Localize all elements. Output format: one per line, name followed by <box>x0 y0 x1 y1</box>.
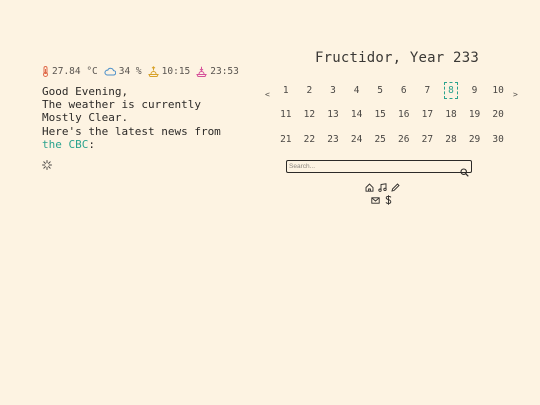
sunrise-icon <box>147 66 159 77</box>
search-box[interactable] <box>286 160 472 177</box>
sunset-stat: 23:53 <box>196 66 239 77</box>
weather-summary: The weather is currently Mostly Clear. <box>42 98 201 125</box>
calendar-day[interactable]: 26 <box>392 134 416 145</box>
calendar-day[interactable]: 1 <box>274 85 298 96</box>
greeting-block: Good Evening, The weather is currently M… <box>42 85 247 151</box>
greeting-line: Good Evening, <box>42 85 129 98</box>
news-suffix: : <box>88 137 95 151</box>
calendar-day[interactable]: 19 <box>463 109 487 120</box>
dollar-icon[interactable] <box>384 190 393 209</box>
sunset-icon <box>196 66 208 77</box>
next-month-button[interactable]: > <box>513 90 518 99</box>
temperature-stat: 27.84 °C <box>42 66 98 77</box>
cloud-icon <box>104 67 116 76</box>
humidity-stat: 34 % <box>104 66 142 77</box>
calendar-day[interactable]: 12 <box>298 109 322 120</box>
calendar-day[interactable]: 6 <box>392 85 416 96</box>
humidity-value: 34 % <box>118 66 142 77</box>
calendar-day[interactable]: 9 <box>463 85 487 96</box>
calendar-grid: 1 2 3 4 5 6 7 8 9 10 11 12 13 14 15 16 1… <box>274 78 510 152</box>
prev-month-button[interactable]: < <box>265 90 270 99</box>
calendar-day[interactable]: 30 <box>486 134 510 145</box>
calendar-day[interactable]: 20 <box>486 109 510 120</box>
calendar-day[interactable]: 15 <box>368 109 392 120</box>
calendar-day[interactable]: 17 <box>416 109 440 120</box>
calendar-day[interactable]: 13 <box>321 109 345 120</box>
calendar-day[interactable]: 16 <box>392 109 416 120</box>
calendar-week: 21 22 23 24 25 26 27 28 29 30 <box>274 127 510 152</box>
thermometer-icon <box>43 66 48 77</box>
calendar-day[interactable]: 23 <box>321 134 345 145</box>
news-intro: Here's the latest news from the CBC: <box>42 125 247 151</box>
calendar-day[interactable]: 22 <box>298 134 322 145</box>
calendar-day[interactable]: 14 <box>345 109 369 120</box>
calendar-day[interactable]: 3 <box>321 85 345 96</box>
calendar-day[interactable]: 25 <box>368 134 392 145</box>
today-label: 8 <box>444 81 458 99</box>
calendar-day[interactable]: 5 <box>368 85 392 96</box>
calendar-day[interactable]: 24 <box>345 134 369 145</box>
calendar-day[interactable]: 18 <box>439 109 463 120</box>
calendar-day[interactable]: 21 <box>274 134 298 145</box>
news-source-link[interactable]: the CBC <box>42 138 88 151</box>
loading-spinner-icon <box>42 155 52 174</box>
calendar-week: 1 2 3 4 5 6 7 8 9 10 <box>274 78 510 103</box>
calendar-day[interactable]: 11 <box>274 109 298 120</box>
weather-stats: 27.84 °C 34 % 10:15 23:53 <box>42 66 245 77</box>
mail-icon[interactable] <box>371 190 380 209</box>
calendar-day[interactable]: 27 <box>416 134 440 145</box>
calendar-day[interactable]: 28 <box>439 134 463 145</box>
calendar-day[interactable]: 4 <box>345 85 369 96</box>
search-icon[interactable] <box>460 162 469 181</box>
sunrise-time: 10:15 <box>161 66 191 77</box>
sunset-time: 23:53 <box>210 66 239 77</box>
calendar-week: 11 12 13 14 15 16 17 18 19 20 <box>274 103 510 128</box>
calendar-title: Fructidor, Year 233 <box>315 50 479 66</box>
calendar-day-today[interactable]: 8 <box>439 81 463 99</box>
calendar-day[interactable]: 7 <box>416 85 440 96</box>
quick-links-row-2 <box>362 190 402 209</box>
calendar-day[interactable]: 2 <box>298 85 322 96</box>
calendar-day[interactable]: 10 <box>486 85 510 96</box>
temperature-value: 27.84 °C <box>52 66 98 77</box>
search-input[interactable] <box>289 161 457 171</box>
calendar-day[interactable]: 29 <box>463 134 487 145</box>
news-prefix: Here's the latest news from <box>42 124 221 138</box>
sunrise-stat: 10:15 <box>147 66 191 77</box>
